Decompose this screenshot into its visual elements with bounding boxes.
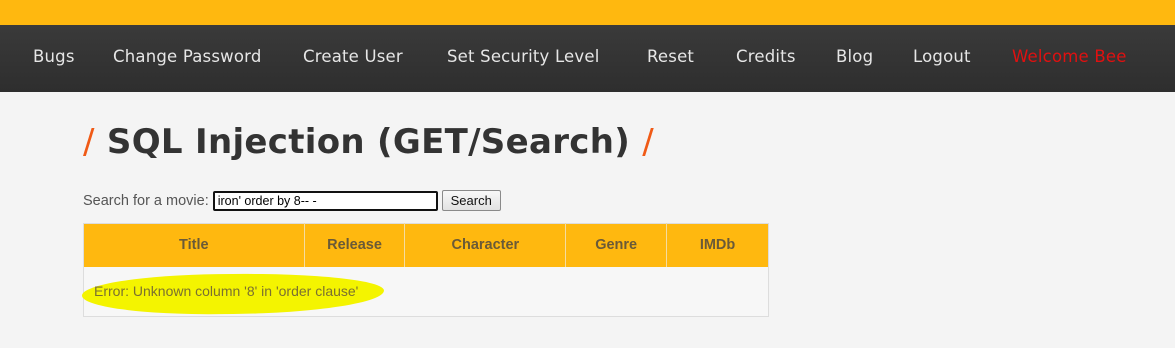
- title-slash-left: /: [83, 122, 95, 162]
- main-navigation: Bugs Change Password Create User Set Sec…: [0, 25, 1175, 92]
- search-form: Search for a movie: Search: [83, 190, 501, 211]
- nav-credits[interactable]: Credits: [736, 47, 796, 66]
- nav-logout[interactable]: Logout: [913, 47, 971, 66]
- nav-set-security-level[interactable]: Set Security Level: [447, 47, 600, 66]
- welcome-user: Welcome Bee: [1012, 47, 1127, 66]
- column-imdb: IMDb: [666, 223, 769, 267]
- table-row: Error: Unknown column '8' in 'order clau…: [81, 266, 769, 317]
- search-input[interactable]: [212, 190, 438, 211]
- search-button[interactable]: Search: [441, 190, 501, 211]
- nav-bugs[interactable]: Bugs: [33, 47, 75, 66]
- page-title: / SQL Injection (GET/Search) /: [83, 122, 654, 162]
- column-release: Release: [304, 223, 406, 267]
- column-title: Title: [83, 223, 305, 267]
- table-header-row: Title Release Character Genre IMDb: [83, 223, 769, 267]
- column-genre: Genre: [565, 223, 668, 267]
- nav-create-user[interactable]: Create User: [303, 47, 403, 66]
- top-accent-bar: [0, 0, 1175, 25]
- movies-table: Title Release Character Genre IMDb Error…: [81, 223, 769, 317]
- nav-change-password[interactable]: Change Password: [113, 47, 262, 66]
- error-message: Error: Unknown column '8' in 'order clau…: [94, 283, 359, 300]
- title-slash-right: /: [642, 122, 654, 162]
- error-cell: Error: Unknown column '8' in 'order clau…: [81, 266, 769, 317]
- search-label: Search for a movie:: [83, 192, 209, 209]
- error-highlight-wrap: Error: Unknown column '8' in 'order clau…: [81, 272, 385, 316]
- page-title-text: SQL Injection (GET/Search): [106, 122, 631, 162]
- column-character: Character: [404, 223, 567, 267]
- nav-blog[interactable]: Blog: [836, 47, 873, 66]
- nav-reset[interactable]: Reset: [647, 47, 694, 66]
